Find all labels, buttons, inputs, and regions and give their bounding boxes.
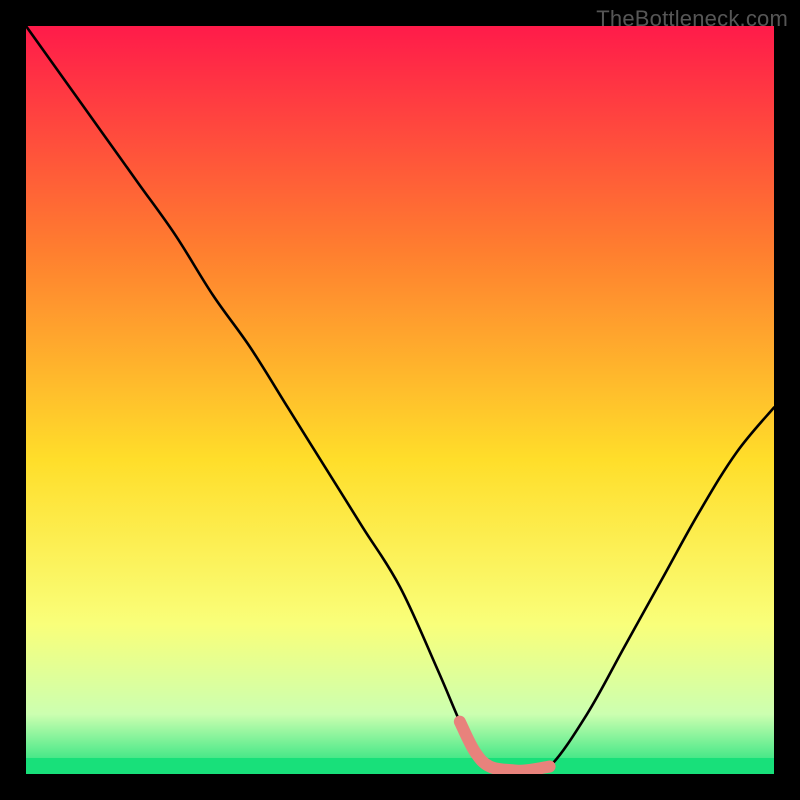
watermark-text: TheBottleneck.com — [596, 6, 788, 32]
chart-frame: TheBottleneck.com — [0, 0, 800, 800]
green-band — [26, 758, 774, 774]
bottleneck-chart — [0, 0, 800, 800]
gradient-background — [26, 26, 774, 774]
